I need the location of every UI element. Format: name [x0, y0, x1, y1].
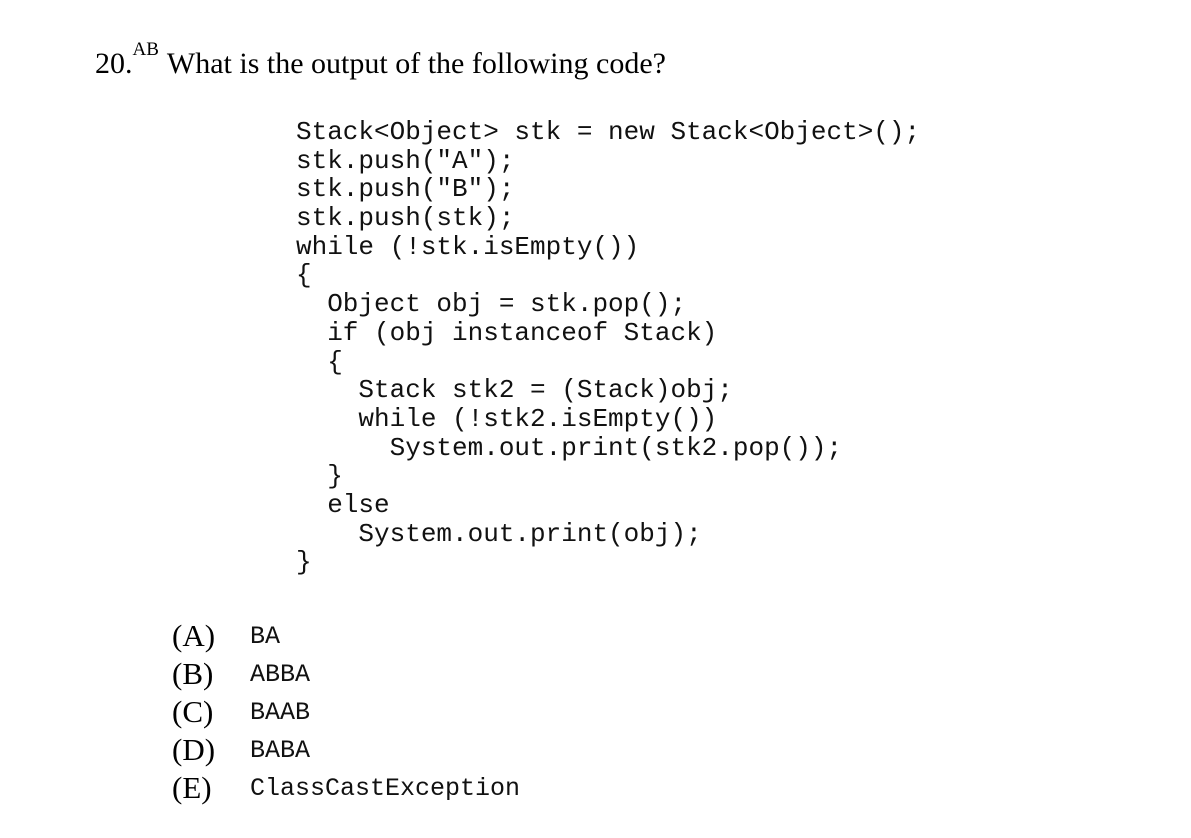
code-line: stk.push(stk);	[296, 203, 515, 234]
option-letter: (B)	[172, 656, 214, 691]
code-line: }	[296, 547, 312, 578]
option-text: ABBA	[250, 659, 311, 689]
code-line: Object obj = stk.pop();	[296, 289, 687, 320]
code-line: stk.push("A");	[296, 145, 515, 176]
code-line: }	[296, 461, 343, 492]
option-b: (B) ABBA	[172, 655, 520, 693]
code-line: {	[296, 346, 343, 377]
option-letter: (C)	[172, 694, 214, 729]
code-line: if (obj instanceof Stack)	[296, 317, 718, 348]
option-letter: (E)	[172, 770, 212, 805]
code-line: while (!stk2.isEmpty())	[296, 403, 718, 434]
code-line: else	[296, 489, 390, 520]
code-line: System.out.print(stk2.pop());	[296, 432, 843, 463]
code-line: System.out.print(obj);	[296, 518, 702, 549]
code-line: while (!stk.isEmpty())	[296, 231, 640, 262]
code-line: Stack<Object> stk = new Stack<Object>();	[296, 117, 921, 147]
option-d: (D) BABA	[172, 731, 520, 769]
option-a: (A) BA	[172, 617, 520, 655]
option-letter: (A)	[172, 618, 216, 653]
question-heading: 20.AB What is the output of the following…	[95, 40, 666, 84]
option-letter: (D)	[172, 732, 216, 767]
option-c: (C) BAAB	[172, 693, 520, 731]
code-line: Stack stk2 = (Stack)obj;	[296, 375, 733, 406]
answer-options: (A) BA (B) ABBA (C) BAAB (D) BABA (E) Cl…	[172, 617, 520, 807]
code-line: stk.push("B");	[296, 174, 515, 205]
code-block: Stack<Object> stk = new Stack<Object>();…	[296, 118, 920, 577]
option-text: BA	[250, 621, 281, 651]
question-number: 20.	[95, 47, 133, 80]
question-text: What is the output of the following code…	[166, 47, 666, 80]
code-line: {	[296, 260, 312, 291]
option-text: BAAB	[250, 697, 311, 727]
option-text: BABA	[250, 735, 311, 765]
option-text: ClassCastException	[250, 773, 521, 803]
question-tag: AB	[132, 39, 159, 60]
option-e: (E) ClassCastException	[172, 769, 520, 807]
